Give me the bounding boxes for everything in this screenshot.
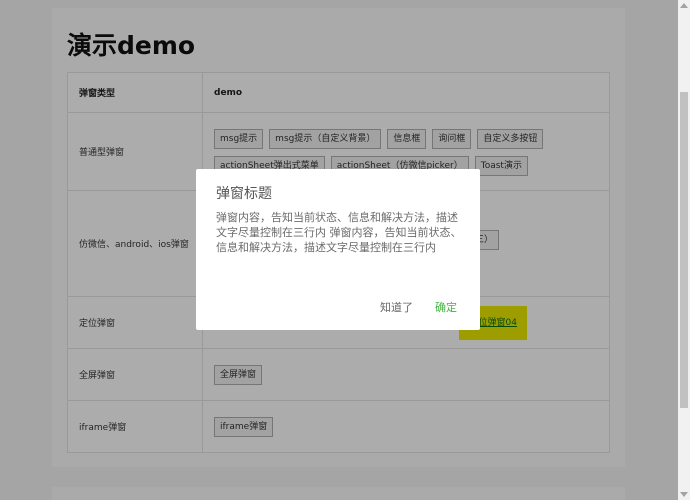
scroll-thumb[interactable]: [680, 92, 688, 408]
scroll-up-arrow-icon[interactable]: [680, 3, 688, 8]
dialog-title: 弹窗标题: [216, 186, 272, 202]
dialog-ok-button[interactable]: 确定: [435, 299, 457, 315]
scroll-down-arrow-icon[interactable]: [680, 492, 688, 497]
vertical-scrollbar[interactable]: [678, 0, 690, 500]
modal-dialog: 弹窗标题 弹窗内容，告知当前状态、信息和解决方法，描述文字尽量控制在三行内 弹窗…: [196, 169, 480, 330]
dialog-cancel-button[interactable]: 知道了: [380, 299, 413, 315]
dialog-body: 弹窗内容，告知当前状态、信息和解决方法，描述文字尽量控制在三行内 弹窗内容，告知…: [216, 211, 462, 254]
